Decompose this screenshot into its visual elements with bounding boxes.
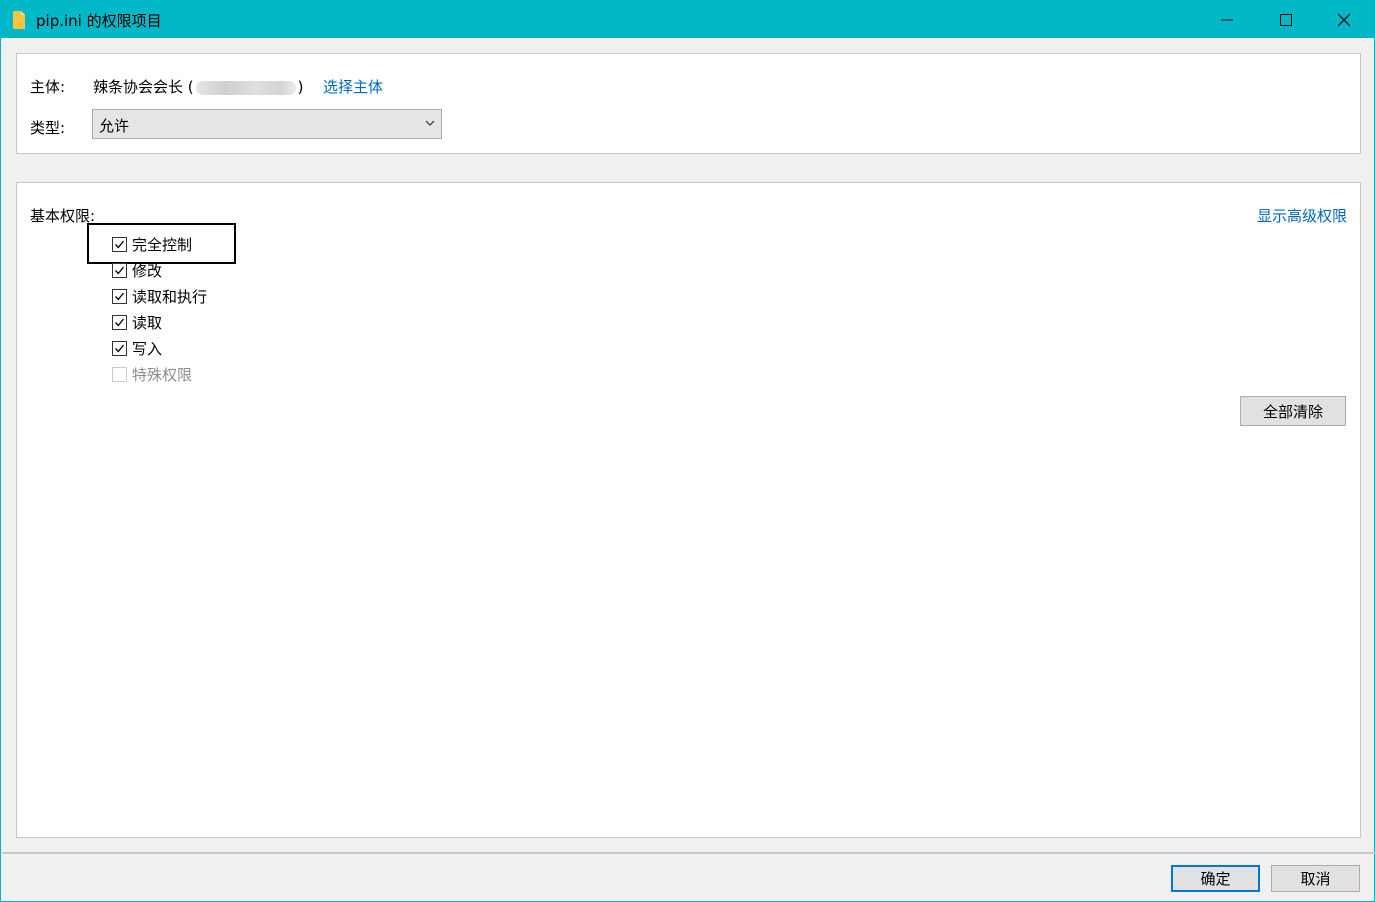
principal-name-prefix: 辣条协会会长 ( <box>93 78 194 96</box>
principal-name: 辣条协会会长 () <box>93 76 303 97</box>
perm-label: 修改 <box>132 261 163 280</box>
perm-label: 完全控制 <box>132 235 193 254</box>
type-dropdown-value: 允许 <box>99 117 130 135</box>
perm-special: 特殊权限 <box>112 363 192 385</box>
type-label: 类型: <box>30 119 66 137</box>
minimize-button[interactable] <box>1198 1 1256 38</box>
perm-write[interactable]: 写入 <box>112 337 162 359</box>
checkbox <box>112 366 127 382</box>
checkbox[interactable] <box>112 340 127 356</box>
permission-entry-window: pip.ini 的权限项目 主体: 辣条协会会长 () 选择主体 类型: 允许 <box>0 0 1375 902</box>
perm-full-control[interactable]: 完全控制 <box>112 233 192 255</box>
checkmark-icon <box>115 240 125 248</box>
checkbox[interactable] <box>112 236 127 252</box>
checkmark-icon <box>115 292 125 300</box>
checkbox[interactable] <box>112 288 127 304</box>
perm-label: 读取和执行 <box>132 287 208 306</box>
checkmark-icon <box>115 344 125 352</box>
principal-panel: 主体: 辣条协会会长 () 选择主体 类型: 允许 <box>16 53 1361 154</box>
maximize-button[interactable] <box>1257 1 1315 38</box>
perm-read[interactable]: 读取 <box>112 311 162 333</box>
footer-divider <box>2 852 1375 854</box>
select-principal-link[interactable]: 选择主体 <box>323 76 383 97</box>
window-title: pip.ini 的权限项目 <box>36 12 162 30</box>
file-icon <box>13 11 25 29</box>
perm-label: 读取 <box>132 313 163 332</box>
chevron-down-icon <box>425 120 435 126</box>
basic-permissions-label: 基本权限: <box>30 207 96 225</box>
cancel-button[interactable]: 取消 <box>1271 865 1360 892</box>
checkbox[interactable] <box>112 314 127 330</box>
checkbox[interactable] <box>112 262 127 278</box>
principal-name-suffix: ) <box>297 78 304 96</box>
checkmark-icon <box>115 318 125 326</box>
ok-button[interactable]: 确定 <box>1171 865 1260 892</box>
perm-label: 特殊权限 <box>132 365 193 384</box>
checkmark-icon <box>115 266 125 274</box>
close-icon <box>1337 13 1351 26</box>
show-advanced-permissions-link[interactable]: 显示高级权限 <box>1257 205 1347 226</box>
type-dropdown[interactable]: 允许 <box>92 109 442 139</box>
perm-modify[interactable]: 修改 <box>112 259 162 281</box>
clear-all-button[interactable]: 全部清除 <box>1240 396 1346 426</box>
redacted-email <box>195 80 296 95</box>
perm-label: 写入 <box>132 339 163 358</box>
maximize-icon <box>1280 13 1292 26</box>
perm-read-execute[interactable]: 读取和执行 <box>112 285 207 307</box>
close-button[interactable] <box>1315 1 1373 38</box>
title-bar[interactable]: pip.ini 的权限项目 <box>1 1 1374 38</box>
principal-label: 主体: <box>30 78 66 96</box>
minimize-icon <box>1221 19 1233 20</box>
basic-permissions-panel: 基本权限: 显示高级权限 完全控制 修改 读取和执行 读取 写入 特殊权限 全部… <box>16 182 1361 838</box>
